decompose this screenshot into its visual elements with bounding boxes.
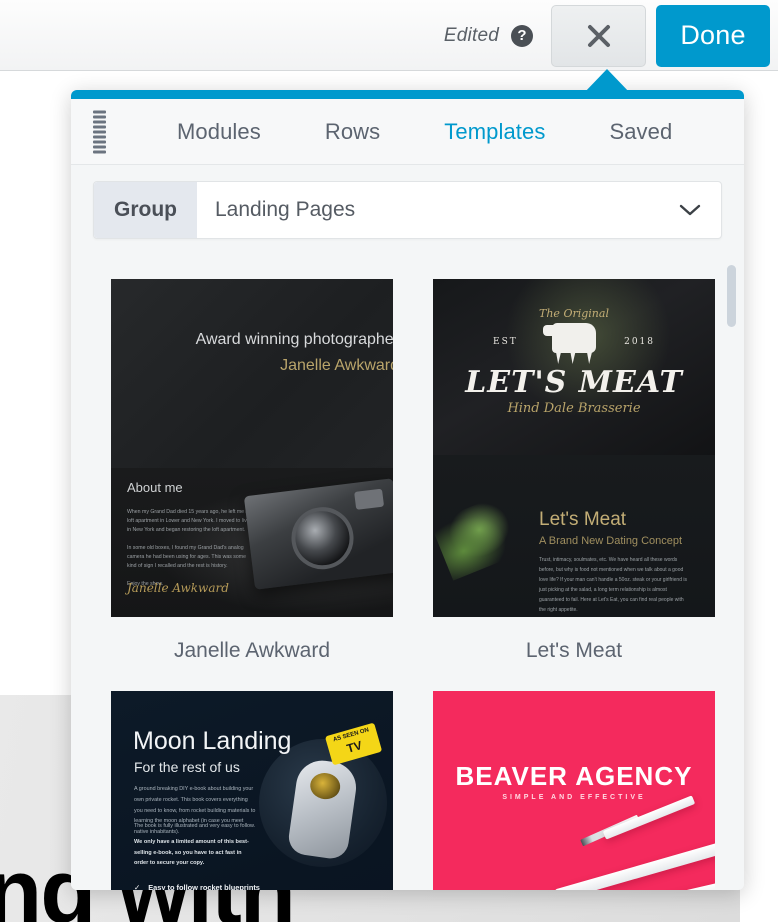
thumb-subheading: For the rest of us [134,759,240,775]
tab-modules[interactable]: Modules [145,119,293,145]
tab-templates[interactable]: Templates [412,119,577,145]
question-mark-circle-icon[interactable]: ? [511,24,533,47]
template-caption: Janelle Awkward [173,639,331,662]
herb-illustration [433,495,522,581]
thumb-paragraph: When my Grand Dad died 15 years ago, he … [127,509,250,533]
tab-saved[interactable]: Saved [577,119,704,145]
panel-scrollbar[interactable] [727,265,736,890]
thumb-heading: BEAVER AGENCY [455,761,693,791]
admin-toolbar: Edited ? Done [0,0,778,71]
group-select-label: Group [94,182,197,238]
edited-status-label: Edited [443,24,499,46]
thumb-badge-original: The Original [539,307,609,320]
templates-scroll-region[interactable]: Award winning photographer Janelle Awkwa… [71,253,744,890]
template-thumbnail: AS SEEN ON TV Moon Landing For the rest … [111,691,393,890]
template-caption: Let's Meat [525,639,623,662]
template-card-beaver-agency[interactable]: BEAVER AGENCY SIMPLE AND EFFECTIVE Beave… [433,691,715,890]
content-panel: Modules Rows Templates Saved Group Landi… [71,90,744,890]
chevron-down-icon [679,182,721,238]
thumb-logo-title: LET'S MEAT [465,365,683,400]
template-thumbnail: BEAVER AGENCY SIMPLE AND EFFECTIVE [433,691,715,890]
admin-toolbar-actions: Edited ? Done [444,0,770,71]
panel-accent-strip [71,90,744,99]
thumb-content-section: Let's Meat A Brand New Dating Concept Tr… [433,454,715,617]
panel-tab-bar: Modules Rows Templates Saved [71,99,744,165]
thumb-body-text: Trust, intimacy, soulmates, etc. We have… [539,556,687,613]
tab-list: Modules Rows Templates Saved [145,119,704,145]
template-thumbnail: Award winning photographer Janelle Awkwa… [111,279,393,617]
ruler-illustration [602,795,696,840]
template-card-lets-meat[interactable]: The Original EST 2018 LET'S MEAT Hind Da… [433,279,715,673]
drag-handle-icon[interactable] [93,110,106,153]
thumb-hero: BEAVER AGENCY SIMPLE AND EFFECTIVE [433,691,715,890]
thumb-feature-list: Easy to follow rocket blueprints Secret … [134,883,274,890]
thumb-hero: The Original EST 2018 LET'S MEAT Hind Da… [433,279,715,455]
close-button[interactable] [551,4,646,67]
thumb-paragraph: In some old boxes, I found my Grand Dad'… [127,545,246,569]
templates-grid: Award winning photographer Janelle Awkwa… [71,253,744,890]
thumb-heading: Award winning photographer [195,331,393,348]
thumb-signature: Janelle Awkward [127,581,229,595]
astronaut-helmet [308,771,342,802]
thumb-logo-subtitle: Hind Dale Brasserie [507,401,641,416]
cow-logo-icon [543,323,596,353]
panel-caret-pointer [583,69,631,94]
thumb-paragraph: We only have a limited amount of this be… [134,839,249,867]
done-button-label: Done [680,20,746,50]
thumb-est-right: 2018 [624,337,655,347]
thumb-hero: Award winning photographer Janelle Awkwa… [111,279,393,469]
thumb-section-title: About me [127,480,183,496]
as-seen-on-tv-badge: AS SEEN ON TV [324,722,383,765]
ruler-illustration [555,837,715,890]
camera-illustration [243,478,393,590]
thumb-paragraph: A ground breaking DIY e-book about build… [134,786,256,836]
template-card-moon-landing[interactable]: AS SEEN ON TV Moon Landing For the rest … [111,691,393,890]
thumb-subheading: SIMPLE AND EFFECTIVE [502,794,646,801]
panel-scrollbar-thumb[interactable] [727,265,736,327]
close-x-icon [584,21,614,51]
template-thumbnail: The Original EST 2018 LET'S MEAT Hind Da… [433,279,715,617]
group-select[interactable]: Group Landing Pages [93,181,722,239]
thumb-hero: AS SEEN ON TV Moon Landing For the rest … [111,691,393,890]
group-filter-bar: Group Landing Pages [71,165,744,253]
list-item: Easy to follow rocket blueprints [134,883,274,890]
group-select-value: Landing Pages [215,198,356,221]
thumb-section-title: Let's Meat [539,508,627,530]
template-card-janelle-awkward[interactable]: Award winning photographer Janelle Awkwa… [111,279,393,673]
thumb-section-subtitle: A Brand New Dating Concept [539,534,683,547]
done-button[interactable]: Done [656,4,770,67]
thumb-paragraph: The book is fully illustrated and very e… [134,823,256,829]
thumb-about-section: About me When my Grand Dad died 15 years… [111,468,393,617]
thumb-est-left: EST [493,337,518,347]
thumb-subheading: Janelle Awkward [280,357,393,374]
tab-rows[interactable]: Rows [293,119,412,145]
thumb-heading: Moon Landing [133,727,292,755]
